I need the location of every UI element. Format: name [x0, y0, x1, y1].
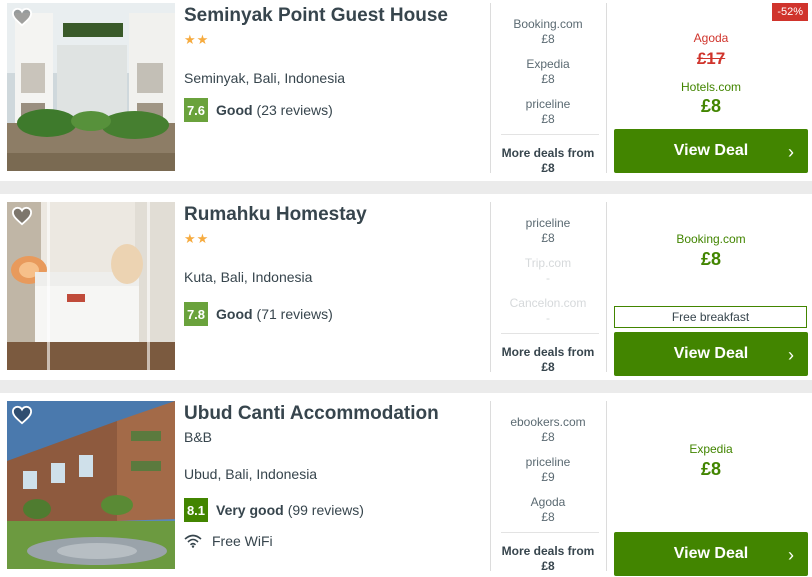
best-price[interactable]: £8 [614, 96, 808, 117]
original-price: £17 [696, 49, 726, 68]
heart-icon[interactable] [11, 206, 33, 226]
deal-price: £8 [541, 430, 555, 444]
deal-item[interactable]: priceline £8 [491, 216, 605, 246]
deal-provider: priceline [525, 455, 571, 469]
rating-score: 8.1 [184, 498, 208, 522]
more-deals-price: £8 [541, 161, 555, 175]
review-count: (99 reviews) [287, 502, 364, 518]
view-deal-button[interactable]: View Deal › [614, 532, 808, 576]
deal-price: £8 [541, 231, 555, 245]
more-deals-price: £8 [541, 360, 555, 374]
hotel-name[interactable]: Seminyak Point Guest House [184, 5, 448, 27]
review-count: (23 reviews) [256, 102, 333, 118]
heart-icon[interactable] [11, 7, 33, 27]
more-deals-link[interactable]: More deals from £8 [491, 345, 605, 375]
amenity-wifi: Free WiFi [184, 533, 273, 549]
other-deals: Booking.com £8 Expedia £8 priceline £8 M… [491, 3, 605, 176]
deal-provider: ebookers.com [510, 415, 586, 429]
hotel-photo-1[interactable] [7, 3, 175, 171]
chevron-right-icon: › [788, 345, 794, 365]
deal-item[interactable]: Booking.com £8 [491, 17, 605, 47]
more-deals-link[interactable]: More deals from £8 [491, 146, 605, 176]
hotel-location[interactable]: Seminyak, Bali, Indonesia [184, 70, 345, 86]
review-rating[interactable]: 7.8 Good (71 reviews) [184, 302, 333, 326]
other-deals: priceline £8 Trip.com - Cancelon.com - M… [491, 202, 605, 375]
deal-provider: priceline [525, 216, 571, 230]
deal-price: - [546, 271, 550, 285]
more-deals-price: £8 [541, 559, 555, 573]
deal-provider: Trip.com [524, 256, 572, 270]
view-deal-button[interactable]: View Deal › [614, 129, 808, 173]
hotel-card-2: Rumahku Homestay ★★ Kuta, Bali, Indonesi… [0, 194, 812, 380]
hotel-photo-3[interactable] [7, 401, 175, 569]
deal-provider: priceline [525, 97, 571, 111]
star-rating: ★★ [184, 32, 210, 47]
view-deal-label: View Deal [673, 142, 749, 159]
review-count: (71 reviews) [256, 306, 333, 322]
best-deal: Expedia £8 View Deal › [614, 401, 808, 576]
star-rating: ★★ [184, 231, 210, 246]
hotel-card-1: Seminyak Point Guest House ★★ Seminyak, … [0, 0, 812, 181]
other-deals: ebookers.com £8 priceline £9 Agoda £8 Mo… [491, 401, 605, 574]
hotel-location[interactable]: Kuta, Bali, Indonesia [184, 269, 312, 285]
rating-label: Good [216, 306, 253, 322]
deal-item[interactable]: ebookers.com £8 [491, 415, 605, 445]
best-deal: Booking.com £8 Free breakfast View Deal … [614, 202, 808, 376]
rating-score: 7.8 [184, 302, 208, 326]
wifi-icon [184, 534, 202, 548]
deal-item[interactable]: Expedia £8 [491, 57, 605, 87]
hotel-name[interactable]: Ubud Canti Accommodation [184, 403, 439, 425]
deal-item: Trip.com - [491, 256, 605, 286]
deal-provider: Agoda [530, 495, 566, 509]
best-price[interactable]: £8 [614, 459, 808, 480]
chevron-right-icon: › [788, 545, 794, 565]
more-deals-label: More deals from [501, 345, 595, 359]
rating-label: Good [216, 102, 253, 118]
more-deals-label: More deals from [501, 544, 595, 558]
view-deal-button[interactable]: View Deal › [614, 332, 808, 376]
review-rating[interactable]: 8.1 Very good (99 reviews) [184, 498, 364, 522]
deal-item[interactable]: Agoda £8 [491, 495, 605, 525]
deal-price: - [546, 311, 550, 325]
free-breakfast-tag: Free breakfast [614, 306, 807, 328]
rating-score: 7.6 [184, 98, 208, 122]
view-deal-label: View Deal [673, 545, 749, 562]
review-rating[interactable]: 7.6 Good (23 reviews) [184, 98, 333, 122]
best-provider[interactable]: Expedia [614, 442, 808, 456]
deal-item[interactable]: priceline £9 [491, 455, 605, 485]
best-deal: -52% Agoda £17 Hotels.com £8 View Deal › [614, 3, 808, 173]
deal-price: £8 [541, 32, 555, 46]
best-provider[interactable]: Booking.com [614, 232, 808, 246]
hotel-photo-2[interactable] [7, 202, 175, 370]
deal-item[interactable]: priceline £8 [491, 97, 605, 127]
best-price[interactable]: £8 [614, 249, 808, 270]
more-deals-label: More deals from [501, 146, 595, 160]
more-deals-link[interactable]: More deals from £8 [491, 544, 605, 574]
deal-provider: Expedia [526, 57, 570, 71]
deal-price: £9 [541, 470, 555, 484]
deal-price: £8 [541, 510, 555, 524]
rating-label: Very good [216, 502, 284, 518]
deal-price: £8 [541, 72, 555, 86]
hotel-card-3: Ubud Canti Accommodation B&B Ubud, Bali,… [0, 393, 812, 577]
heart-icon[interactable] [11, 405, 33, 425]
hotel-name[interactable]: Rumahku Homestay [184, 204, 367, 226]
view-deal-label: View Deal [673, 345, 749, 362]
discount-badge: -52% [772, 3, 808, 21]
deal-provider: Cancelon.com [509, 296, 587, 310]
chevron-right-icon: › [788, 142, 794, 162]
accommodation-type: B&B [184, 429, 213, 445]
hotel-location[interactable]: Ubud, Bali, Indonesia [184, 466, 317, 482]
amenity-label: Free WiFi [212, 533, 273, 549]
best-provider[interactable]: Hotels.com [614, 80, 808, 94]
deal-item: Cancelon.com - [491, 296, 605, 326]
deal-price: £8 [541, 112, 555, 126]
deal-provider: Booking.com [513, 17, 583, 31]
original-provider: Agoda [693, 31, 729, 45]
